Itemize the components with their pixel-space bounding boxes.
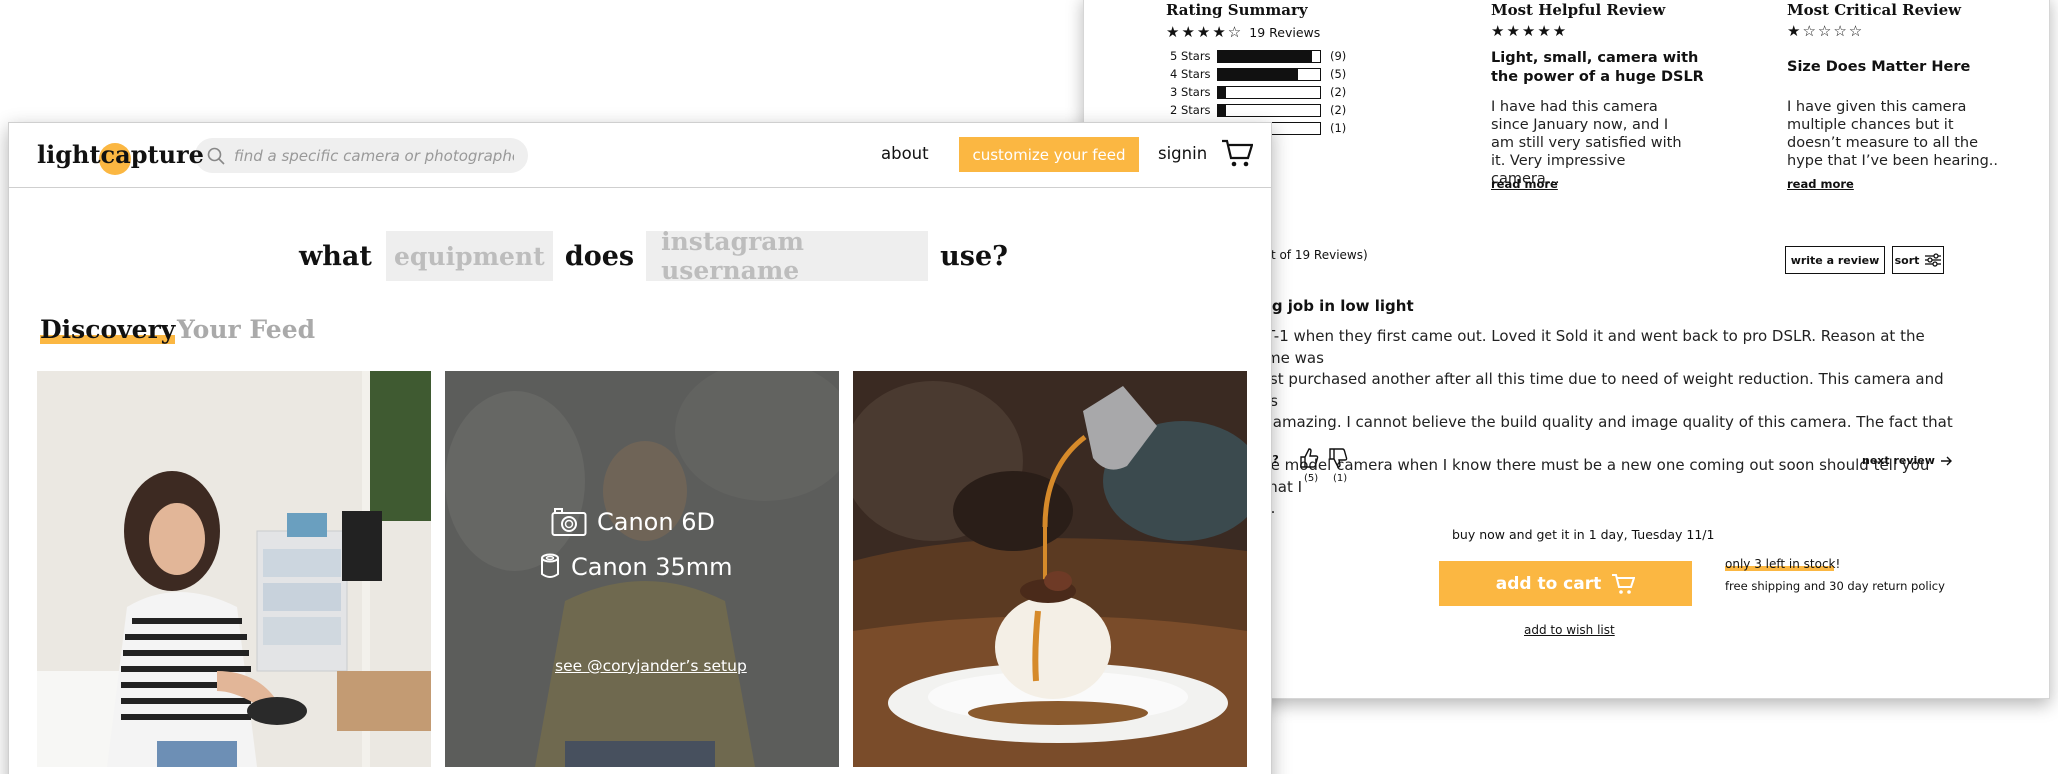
nav-signin[interactable]: signin xyxy=(1158,144,1207,163)
portrait-photo xyxy=(37,371,431,767)
question-what: what xyxy=(299,240,372,272)
search-icon xyxy=(207,147,225,165)
review-count: 19 Reviews xyxy=(1249,24,1321,40)
stock-text: only 3 left in stock! xyxy=(1725,557,1841,571)
overall-stars: ★★★★☆ xyxy=(1166,23,1244,41)
showing-count: out of 19 Reviews) xyxy=(1256,248,1368,262)
sliders-icon xyxy=(1925,253,1942,267)
rating-row-label: 2 Stars xyxy=(1170,103,1211,117)
critical-review-stars: ★☆☆☆☆ xyxy=(1787,22,1865,40)
add-to-wishlist-link[interactable]: add to wish list xyxy=(1524,623,1615,637)
critical-read-more-link[interactable]: read more xyxy=(1787,177,1854,191)
lightcapture-window: lightcapture about customize your feed s… xyxy=(8,122,1272,774)
rating-summary-heading: Rating Summary xyxy=(1166,1,1308,19)
critical-review-body: I have given this camera multiple chance… xyxy=(1787,99,1999,169)
rating-row-label: 4 Stars xyxy=(1170,67,1211,81)
rating-row-fill xyxy=(1218,68,1298,80)
sort-button[interactable]: sort xyxy=(1892,246,1944,274)
next-review-label: next review xyxy=(1862,454,1935,467)
lens-name: Canon 35mm xyxy=(571,553,733,581)
arrow-right-icon xyxy=(1940,456,1952,465)
thumbs-down-count: (1) xyxy=(1333,473,1348,484)
photo-card-setup[interactable]: Canon 6D Canon 35mm see @coryjander’s se… xyxy=(445,371,839,767)
rating-row: 3 Stars (2) xyxy=(1170,83,1370,101)
see-setup-link[interactable]: see @coryjander’s setup xyxy=(555,657,747,675)
rating-row-bar xyxy=(1217,67,1321,81)
delivery-estimate: buy now and get it in 1 day, Tuesday 11/… xyxy=(1452,527,1715,542)
rating-row-bar xyxy=(1217,103,1321,117)
photo-card-dessert[interactable] xyxy=(853,371,1247,767)
rating-row-count: (2) xyxy=(1330,103,1347,117)
tab-discovery[interactable]: Discovery xyxy=(40,315,176,344)
thumbs-up-count: (5) xyxy=(1304,473,1319,484)
critical-review-heading: Most Critical Review xyxy=(1787,1,1962,19)
lens-icon xyxy=(541,553,559,578)
helpful-review-body: I have had this camera since January now… xyxy=(1491,99,1682,187)
review-line: is amazing. I cannot believe the build q… xyxy=(1256,413,1953,453)
next-review-link[interactable]: next review xyxy=(1862,454,1953,467)
rating-row: 2 Stars (2) xyxy=(1170,101,1370,119)
rating-row-label: 5 Stars xyxy=(1170,49,1211,63)
rating-row-label: 3 Stars xyxy=(1170,85,1211,99)
nav-about[interactable]: about xyxy=(881,144,929,163)
rating-row-fill xyxy=(1218,86,1227,98)
rating-row-bar xyxy=(1217,49,1321,63)
search-input[interactable] xyxy=(234,146,514,165)
rating-row-count: (5) xyxy=(1330,67,1347,81)
camera-name: Canon 6D xyxy=(597,508,715,536)
helpful-review-stars: ★★★★★ xyxy=(1491,22,1569,40)
tab-discovery-label: Discovery xyxy=(40,315,176,344)
logo[interactable]: lightcapture xyxy=(37,140,204,175)
thumbs-down-icon[interactable] xyxy=(1328,447,1348,469)
review-title: ing job in low light xyxy=(1256,297,1414,315)
review-line: me model camera when I know there must b… xyxy=(1256,456,1930,496)
equipment-question: what equipment does instagram username u… xyxy=(299,227,1008,285)
rating-row-fill xyxy=(1218,104,1227,116)
write-review-button[interactable]: write a review xyxy=(1785,246,1885,274)
photo-card-portrait[interactable] xyxy=(37,371,431,767)
username-input[interactable]: instagram username xyxy=(646,227,929,285)
stock-notice: only 3 left in stock! xyxy=(1725,557,1840,571)
review-line: m. xyxy=(1256,498,1956,520)
rating-row: 5 Stars (9) xyxy=(1170,47,1370,65)
critical-review-title: Size Does Matter Here xyxy=(1787,59,1971,75)
rating-row-bar xyxy=(1217,85,1321,99)
rating-row-count: (9) xyxy=(1330,49,1347,63)
lens-item: Canon 35mm xyxy=(539,553,733,581)
sort-label: sort xyxy=(1894,253,1920,267)
camera-item: Canon 6D xyxy=(551,507,715,537)
helpful-review-title: Light, small, camera with the power of a… xyxy=(1491,50,1704,85)
tab-your-feed[interactable]: Your Feed xyxy=(177,315,315,344)
rating-row-count: (1) xyxy=(1330,121,1347,135)
review-line: Just purchased another after all this ti… xyxy=(1256,370,1944,410)
review-body: XT-1 when they first came out. Loved it … xyxy=(1256,326,1956,520)
rating-row-fill xyxy=(1218,50,1312,62)
cart-icon[interactable] xyxy=(1221,138,1253,168)
logo-text: lightcapture xyxy=(37,140,204,169)
customize-feed-button[interactable]: customize your feed xyxy=(959,137,1139,172)
cart-icon xyxy=(1612,573,1636,594)
review-line: XT-1 when they first came out. Loved it … xyxy=(1256,327,1925,367)
overall-rating: ★★★★☆ 19 Reviews xyxy=(1166,23,1320,41)
dessert-photo xyxy=(853,371,1247,767)
shipping-policy: free shipping and 30 day return policy xyxy=(1725,579,1945,593)
search-bar[interactable] xyxy=(195,138,528,173)
add-to-cart-button[interactable]: add to cart xyxy=(1439,561,1692,606)
helpful-read-more-link[interactable]: read more xyxy=(1491,177,1558,191)
equipment-input[interactable]: equipment xyxy=(385,231,553,281)
add-to-cart-label: add to cart xyxy=(1495,573,1602,594)
top-navbar: lightcapture about customize your feed s… xyxy=(9,123,1271,188)
rating-row-count: (2) xyxy=(1330,85,1347,99)
question-use: use? xyxy=(940,240,1008,272)
question-does: does xyxy=(564,240,635,272)
helpful-review-heading: Most Helpful Review xyxy=(1491,1,1666,19)
camera-icon xyxy=(551,508,587,536)
thumbs-up-icon[interactable] xyxy=(1299,447,1319,469)
rating-row: 4 Stars (5) xyxy=(1170,65,1370,83)
